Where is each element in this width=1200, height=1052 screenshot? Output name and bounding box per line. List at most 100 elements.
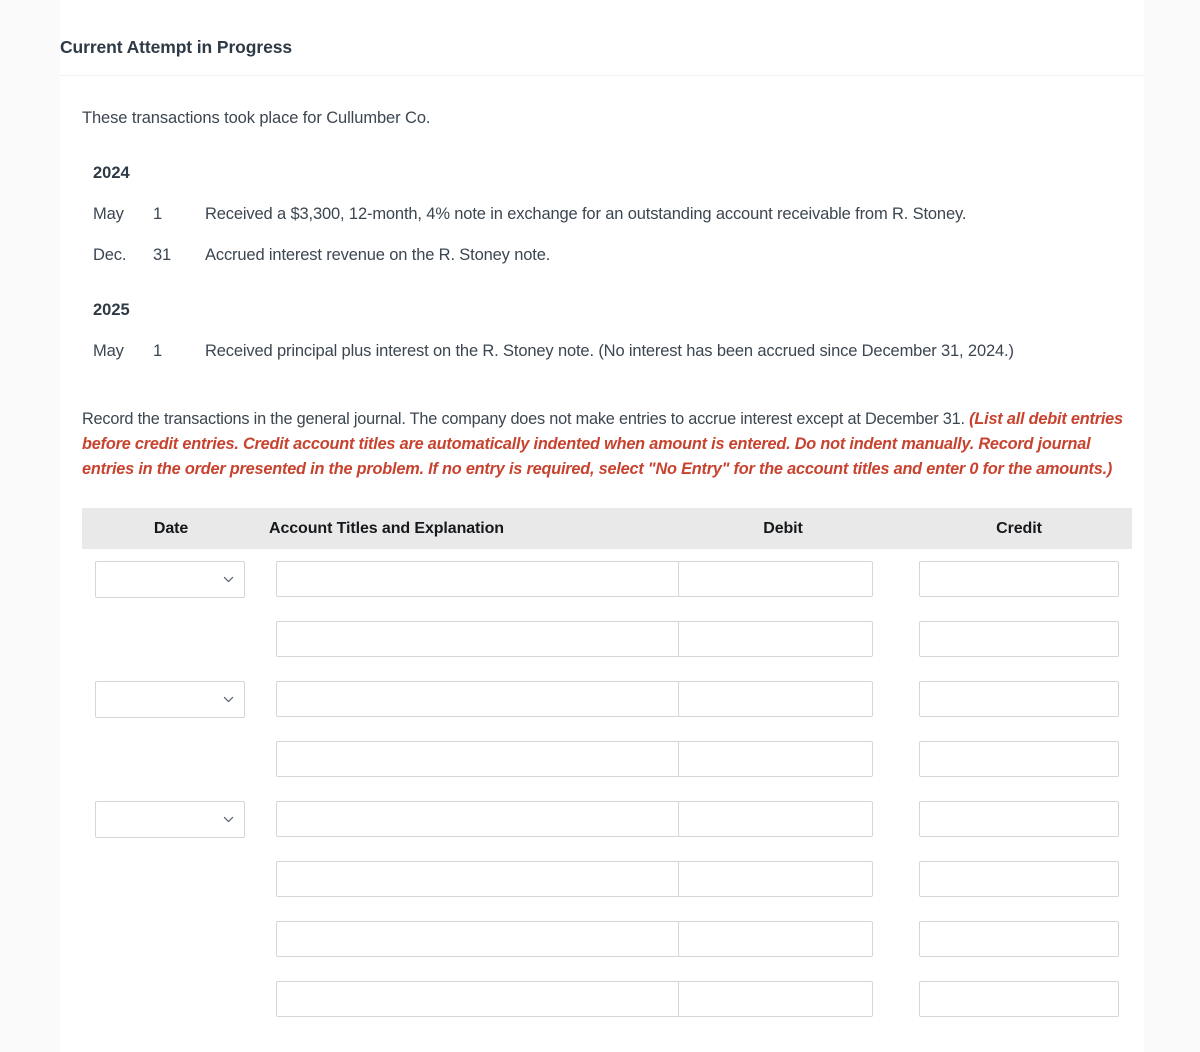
journal-cell-credit: [906, 621, 1144, 657]
journal-cell-account: [260, 981, 711, 1017]
chevron-down-icon: [223, 816, 234, 822]
journal-cell-account: [260, 801, 711, 837]
journal-cell-debit: [660, 681, 906, 717]
credit-input-1[interactable]: [919, 621, 1119, 657]
credit-input-7[interactable]: [919, 981, 1119, 1017]
column-header-account: Account Titles and Explanation: [269, 519, 504, 537]
debit-input-6[interactable]: [678, 921, 873, 957]
intro-text: These transactions took place for Cullum…: [82, 109, 431, 127]
journal-cell-date: [82, 981, 260, 1018]
credit-input-6[interactable]: [919, 921, 1119, 957]
question-card: Current Attempt in Progress These transa…: [60, 0, 1144, 1052]
journal-cell-date: [82, 621, 260, 658]
debit-input-4[interactable]: [678, 801, 873, 837]
transaction-month: Dec.: [93, 246, 127, 264]
credit-input-5[interactable]: [919, 861, 1119, 897]
journal-cell-debit: [660, 621, 906, 657]
journal-row: [82, 549, 1144, 609]
journal-cell-debit: [660, 561, 906, 597]
journal-row: [82, 789, 1144, 849]
journal-cell-debit: [660, 801, 906, 837]
journal-cell-credit: [906, 921, 1144, 957]
journal-cell-credit: [906, 561, 1144, 597]
account-title-input-3[interactable]: [276, 741, 711, 777]
transaction-month: May: [93, 342, 124, 360]
journal-cell-date: [82, 800, 260, 838]
page-title: Current Attempt in Progress: [60, 37, 292, 57]
journal-cell-date: [82, 921, 260, 958]
journal-cell-account: [260, 741, 711, 777]
journal-cell-date: [82, 680, 260, 718]
journal-row: [82, 909, 1144, 969]
debit-input-1[interactable]: [678, 621, 873, 657]
transaction-description: Received principal plus interest on the …: [205, 342, 1014, 360]
date-cell-spacer: [95, 741, 245, 778]
account-title-input-1[interactable]: [276, 621, 711, 657]
journal-cell-account: [260, 561, 711, 597]
debit-input-0[interactable]: [678, 561, 873, 597]
date-cell-spacer: [95, 921, 245, 958]
transaction-month: May: [93, 205, 124, 223]
date-select-box[interactable]: [95, 680, 245, 718]
journal-row: [82, 609, 1144, 669]
card-body: These transactions took place for Cullum…: [60, 109, 1144, 1029]
date-cell-spacer: [95, 861, 245, 898]
journal-cell-debit: [660, 921, 906, 957]
journal-cell-account: [260, 921, 711, 957]
journal-cell-credit: [906, 981, 1144, 1017]
journal-cell-account: [260, 621, 711, 657]
journal-cell-credit: [906, 681, 1144, 717]
journal-rows: [82, 549, 1144, 1029]
date-cell-spacer: [95, 981, 245, 1018]
transactions-list: 2024 May 1 Received a $3,300, 12-month, 4% …: [82, 164, 1144, 361]
instructions-plain: Record the transactions in the general j…: [82, 410, 970, 428]
chevron-down-icon: [223, 576, 234, 582]
journal-table: Date Account Titles and Explanation Debi…: [82, 508, 1144, 1029]
date-select-0[interactable]: [95, 560, 245, 598]
account-title-input-6[interactable]: [276, 921, 711, 957]
debit-input-7[interactable]: [678, 981, 873, 1017]
transaction-row: May 1 Received principal plus interest on …: [93, 342, 1144, 361]
date-select-2[interactable]: [95, 680, 245, 718]
debit-input-3[interactable]: [678, 741, 873, 777]
account-title-input-7[interactable]: [276, 981, 711, 1017]
credit-input-4[interactable]: [919, 801, 1119, 837]
journal-cell-credit: [906, 801, 1144, 837]
journal-cell-date: [82, 741, 260, 778]
journal-cell-date: [82, 560, 260, 598]
credit-input-2[interactable]: [919, 681, 1119, 717]
chevron-down-icon: [223, 696, 234, 702]
date-select-4[interactable]: [95, 800, 245, 838]
debit-input-5[interactable]: [678, 861, 873, 897]
account-title-input-4[interactable]: [276, 801, 711, 837]
transaction-day: 1: [153, 342, 163, 360]
journal-row: [82, 729, 1144, 789]
credit-input-3[interactable]: [919, 741, 1119, 777]
journal-cell-debit: [660, 981, 906, 1017]
account-title-input-0[interactable]: [276, 561, 711, 597]
journal-cell-debit: [660, 861, 906, 897]
debit-input-2[interactable]: [678, 681, 873, 717]
transaction-day: 31: [153, 246, 172, 264]
journal-row: [82, 969, 1144, 1029]
account-title-input-2[interactable]: [276, 681, 711, 717]
transaction-year-label: 2024: [93, 164, 130, 182]
date-select-box[interactable]: [95, 800, 245, 838]
transaction-row: Dec. 31 Accrued interest revenue on the R.…: [93, 246, 1144, 265]
instructions-paragraph: Record the transactions in the general j…: [82, 407, 1128, 482]
journal-cell-credit: [906, 861, 1144, 897]
date-select-box[interactable]: [95, 560, 245, 598]
date-cell-spacer: [95, 621, 245, 658]
journal-cell-date: [82, 861, 260, 898]
transaction-description: Received a $3,300, 12-month, 4% note in …: [205, 205, 967, 223]
account-title-input-5[interactable]: [276, 861, 711, 897]
card-header: Current Attempt in Progress: [60, 0, 1144, 76]
transaction-year-label: 2025: [93, 301, 130, 319]
transaction-day: 1: [153, 205, 163, 223]
journal-cell-credit: [906, 741, 1144, 777]
transaction-row: May 1 Received a $3,300, 12-month, 4% note…: [93, 205, 1144, 224]
column-header-date: Date: [153, 519, 189, 537]
credit-input-0[interactable]: [919, 561, 1119, 597]
journal-cell-debit: [660, 741, 906, 777]
transaction-description: Accrued interest revenue on the R. Stone…: [205, 246, 551, 264]
